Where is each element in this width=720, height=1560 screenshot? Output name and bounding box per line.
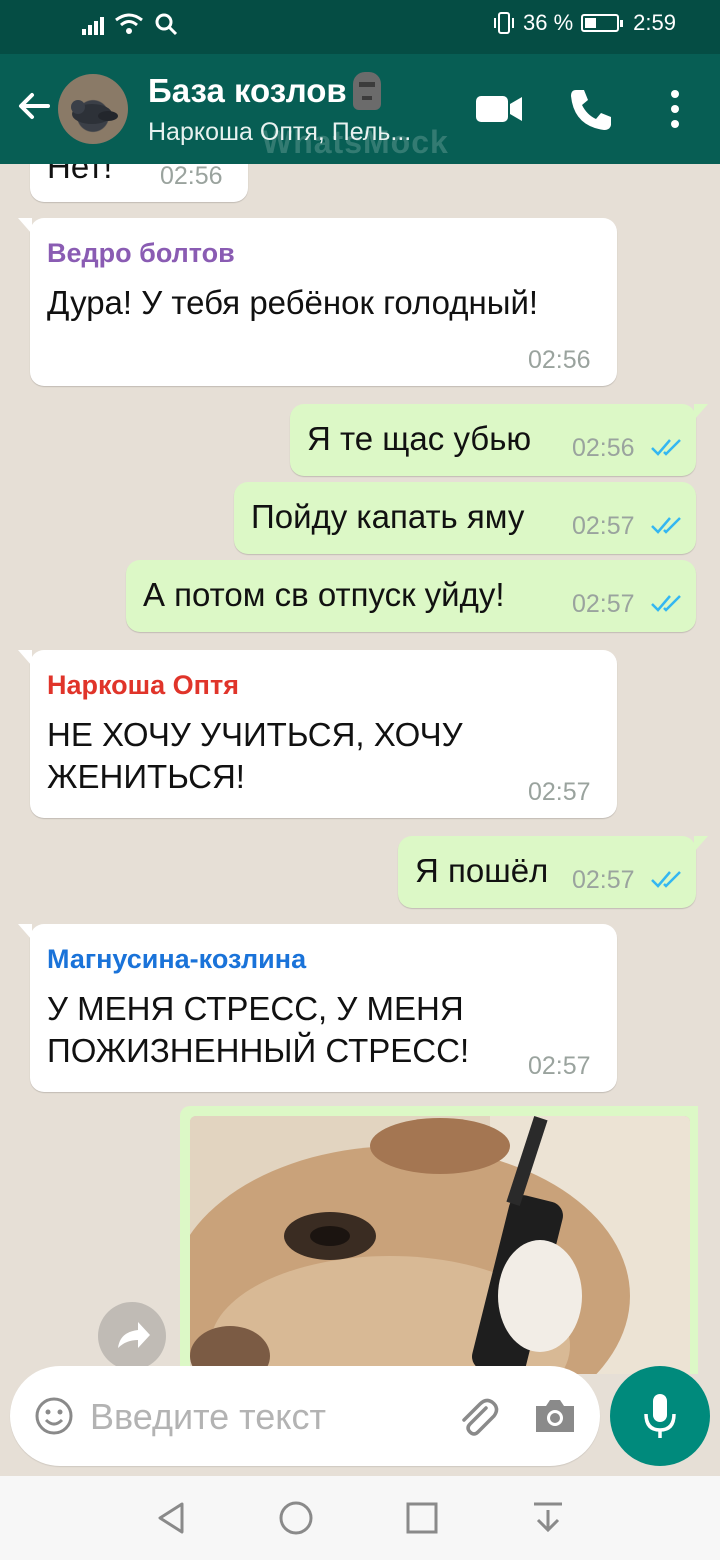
camera-icon[interactable] xyxy=(532,1396,578,1436)
moai-icon xyxy=(352,72,381,110)
message-time: 02:56 xyxy=(528,346,591,374)
clock: 2:59 xyxy=(633,10,676,35)
message-bubble-outgoing[interactable]: А потом св отпуск уйду! 02:57 xyxy=(126,560,696,632)
message-text: Нет! xyxy=(47,164,113,185)
message-text: Я пошёл xyxy=(415,852,549,889)
message-bubble-outgoing[interactable]: Я те щас убью 02:56 xyxy=(290,404,708,476)
back-arrow-icon[interactable] xyxy=(14,86,54,126)
message-text: А потом св отпуск уйду! xyxy=(143,576,505,613)
more-options-icon[interactable] xyxy=(660,84,690,134)
signal-icon xyxy=(82,13,104,35)
battery-icon xyxy=(581,14,624,32)
read-ticks-icon xyxy=(651,517,681,534)
read-ticks-icon xyxy=(651,439,681,456)
status-bar: 36 % 2:59 xyxy=(0,0,720,54)
read-ticks-icon xyxy=(651,595,681,612)
message-text: Я те щас убью xyxy=(307,420,532,457)
message-text: Пойду капать яму xyxy=(251,498,525,535)
message-time: 02:57 xyxy=(572,866,635,894)
phone-call-icon[interactable] xyxy=(566,84,616,134)
home-circle-icon[interactable] xyxy=(278,1500,314,1536)
message-bubble-outgoing[interactable]: Пойду капать яму 02:57 xyxy=(234,482,696,554)
group-avatar[interactable] xyxy=(58,74,128,144)
dog-on-phone-image[interactable] xyxy=(190,1116,690,1374)
message-text-line: У МЕНЯ СТРЕСС, У МЕНЯ xyxy=(47,990,464,1027)
message-text-line: ЖЕНИТЬСЯ! xyxy=(47,758,245,795)
message-time: 02:57 xyxy=(528,778,591,806)
message-input[interactable]: Введите текст xyxy=(90,1396,326,1438)
message-bubble-incoming[interactable]: Наркоша Оптя НЕ ХОЧУ УЧИТЬСЯ, ХОЧУ ЖЕНИТ… xyxy=(18,650,617,818)
message-time: 02:56 xyxy=(572,434,635,462)
microphone-icon xyxy=(644,1394,676,1438)
read-ticks-icon xyxy=(651,871,681,888)
voice-message-button[interactable] xyxy=(610,1366,710,1466)
message-time: 02:57 xyxy=(572,512,635,540)
message-text-line: НЕ ХОЧУ УЧИТЬСЯ, ХОЧУ xyxy=(47,716,463,753)
message-bubble-incoming[interactable]: Нет! 02:56 xyxy=(30,164,248,202)
message-list[interactable]: Нет! 02:56 Ведро болтов Дура! У тебя реб… xyxy=(0,164,720,1374)
battery-percent: 36 % xyxy=(523,10,574,35)
emoji-icon[interactable] xyxy=(34,1396,74,1436)
sender-name[interactable]: Магнусина-козлина xyxy=(47,944,306,975)
message-text: Дура! У тебя ребёнок голодный! xyxy=(47,284,539,321)
message-time: 02:57 xyxy=(572,590,635,618)
search-icon xyxy=(155,13,178,36)
message-bubble-incoming[interactable]: Магнусина-козлина У МЕНЯ СТРЕСС, У МЕНЯ … xyxy=(18,924,617,1092)
message-bubble-image[interactable] xyxy=(180,1106,698,1374)
watermark: WhatsMock xyxy=(262,124,449,160)
wifi-icon xyxy=(115,13,143,34)
sender-name[interactable]: Наркоша Оптя xyxy=(47,670,239,701)
chat-title[interactable]: База козлов xyxy=(148,72,381,110)
sender-name[interactable]: Ведро болтов xyxy=(47,238,235,269)
recents-square-icon[interactable] xyxy=(404,1500,440,1536)
dog-photo xyxy=(190,1116,690,1374)
system-nav-bar xyxy=(0,1476,720,1560)
message-bubble-incoming[interactable]: Ведро болтов Дура! У тебя ребёнок голодн… xyxy=(18,218,617,386)
back-triangle-icon[interactable] xyxy=(154,1500,188,1536)
message-bubble-outgoing[interactable]: Я пошёл 02:57 xyxy=(398,836,708,908)
message-text-line: ПОЖИЗНЕННЫЙ СТРЕСС! xyxy=(47,1032,470,1069)
message-time: 02:57 xyxy=(528,1052,591,1080)
chat-header: База козлов Наркоша Оптя, Пель... WhatsM… xyxy=(0,54,720,164)
forward-button[interactable] xyxy=(98,1302,166,1370)
message-time: 02:56 xyxy=(160,164,223,190)
video-call-icon[interactable] xyxy=(474,84,524,134)
message-input-bar[interactable]: Введите текст xyxy=(10,1366,600,1466)
pigeon-icon xyxy=(71,100,118,124)
vibrate-icon xyxy=(494,12,515,34)
attach-icon[interactable] xyxy=(456,1394,500,1438)
notification-pull-icon[interactable] xyxy=(530,1500,566,1536)
forward-icon xyxy=(118,1322,150,1348)
